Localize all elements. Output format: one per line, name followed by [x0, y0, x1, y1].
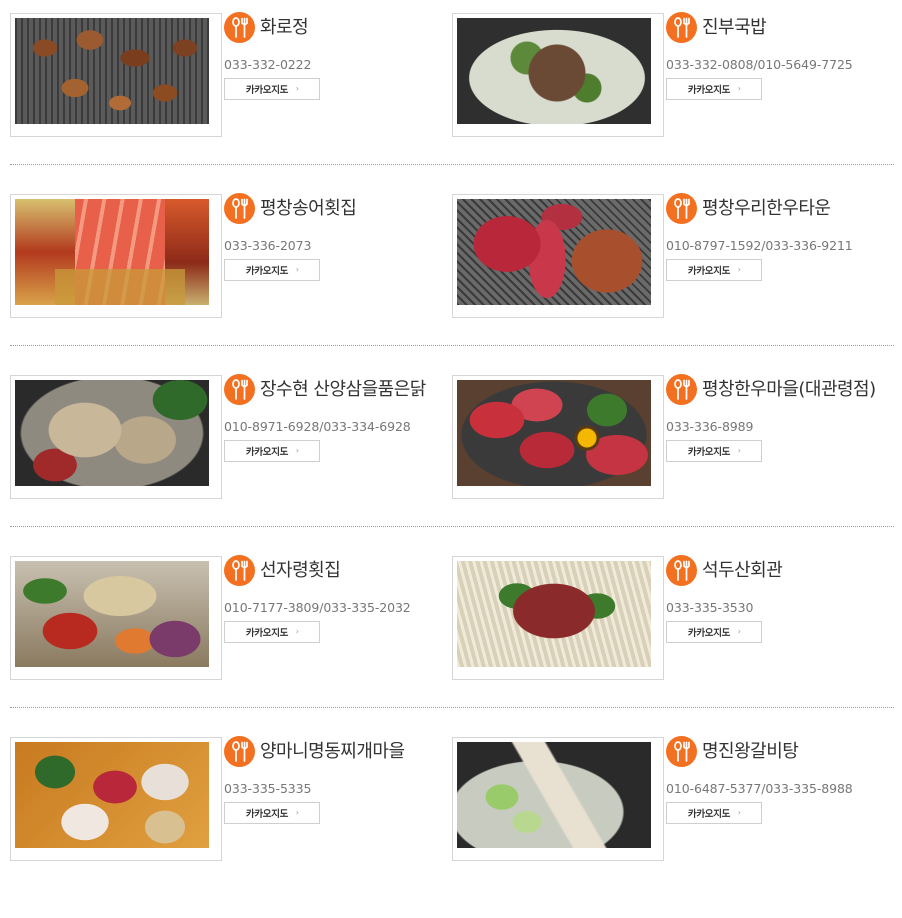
restaurant-name: 평창송어횟집 — [260, 198, 357, 219]
kakao-map-button[interactable]: 카카오지도 › — [224, 802, 320, 824]
fork-spoon-icon — [224, 193, 255, 224]
restaurant-photo[interactable] — [10, 737, 222, 861]
chevron-right-icon: › — [737, 84, 741, 93]
restaurant-name: 명진왕갈비탕 — [702, 741, 799, 762]
fork-spoon-icon — [666, 736, 697, 767]
restaurant-row: 장수현 산양삼을품은닭 010-8971-6928/033-334-6928 카… — [0, 374, 902, 556]
chevron-right-icon: › — [295, 265, 299, 274]
restaurant-name: 평창우리한우타운 — [702, 198, 831, 219]
restaurant-name: 선자령횟집 — [260, 560, 341, 581]
restaurant-phone: 033-335-3530 — [666, 600, 754, 615]
restaurant-card: 평창송어횟집 033-336-2073 카카오지도 › — [10, 193, 450, 318]
restaurant-phone: 010-6487-5377/033-335-8988 — [666, 781, 853, 796]
restaurant-name: 장수현 산양삼을품은닭 — [260, 379, 426, 400]
chevron-right-icon: › — [737, 265, 741, 274]
restaurant-row: 선자령횟집 010-7177-3809/033-335-2032 카카오지도 › … — [0, 555, 902, 737]
restaurant-card: 평창우리한우타운 010-8797-1592/033-336-9211 카카오지… — [452, 193, 892, 318]
restaurant-photo[interactable] — [10, 556, 222, 680]
fork-spoon-icon — [224, 12, 255, 43]
kakao-map-button[interactable]: 카카오지도 › — [224, 440, 320, 462]
row-divider — [10, 526, 894, 527]
restaurant-list: 화로정 033-332-0222 카카오지도 › 진부국밥 033-332-080… — [0, 0, 902, 867]
restaurant-photo[interactable] — [452, 194, 664, 318]
restaurant-phone: 033-332-0808/010-5649-7725 — [666, 57, 853, 72]
chevron-right-icon: › — [295, 446, 299, 455]
restaurant-card: 장수현 산양삼을품은닭 010-8971-6928/033-334-6928 카… — [10, 374, 450, 499]
restaurant-card: 양마니명동찌개마을 033-335-5335 카카오지도 › — [10, 736, 450, 861]
fork-spoon-icon — [224, 555, 255, 586]
kakao-map-button[interactable]: 카카오지도 › — [224, 78, 320, 100]
chevron-right-icon: › — [737, 627, 741, 636]
restaurant-photo[interactable] — [452, 556, 664, 680]
restaurant-row: 화로정 033-332-0222 카카오지도 › 진부국밥 033-332-080… — [0, 12, 902, 194]
restaurant-row: 양마니명동찌개마을 033-335-5335 카카오지도 › 명진왕갈비탕 010… — [0, 736, 902, 918]
restaurant-photo[interactable] — [10, 375, 222, 499]
restaurant-name: 평창한우마을(대관령점) — [702, 379, 876, 400]
row-divider — [10, 345, 894, 346]
row-divider — [10, 164, 894, 165]
restaurant-card: 평창한우마을(대관령점) 033-336-8989 카카오지도 › — [452, 374, 892, 499]
restaurant-card: 화로정 033-332-0222 카카오지도 › — [10, 12, 450, 137]
chevron-right-icon: › — [737, 446, 741, 455]
chevron-right-icon: › — [295, 627, 299, 636]
restaurant-photo[interactable] — [452, 737, 664, 861]
restaurant-row: 평창송어횟집 033-336-2073 카카오지도 › 평창우리한우타운 010-… — [0, 193, 902, 375]
restaurant-phone: 033-336-2073 — [224, 238, 312, 253]
fork-spoon-icon — [666, 193, 697, 224]
kakao-map-button[interactable]: 카카오지도 › — [666, 440, 762, 462]
restaurant-phone: 033-335-5335 — [224, 781, 312, 796]
restaurant-phone: 010-8971-6928/033-334-6928 — [224, 419, 411, 434]
restaurant-name: 진부국밥 — [702, 17, 767, 38]
fork-spoon-icon — [666, 12, 697, 43]
restaurant-card: 선자령횟집 010-7177-3809/033-335-2032 카카오지도 › — [10, 555, 450, 680]
restaurant-photo[interactable] — [10, 13, 222, 137]
restaurant-name: 화로정 — [260, 17, 309, 38]
restaurant-card: 명진왕갈비탕 010-6487-5377/033-335-8988 카카오지도 › — [452, 736, 892, 861]
restaurant-phone: 010-8797-1592/033-336-9211 — [666, 238, 853, 253]
kakao-map-button[interactable]: 카카오지도 › — [666, 78, 762, 100]
kakao-map-button[interactable]: 카카오지도 › — [666, 621, 762, 643]
kakao-map-button[interactable]: 카카오지도 › — [666, 259, 762, 281]
fork-spoon-icon — [666, 374, 697, 405]
kakao-map-button[interactable]: 카카오지도 › — [224, 259, 320, 281]
restaurant-phone: 033-336-8989 — [666, 419, 754, 434]
restaurant-photo[interactable] — [452, 13, 664, 137]
fork-spoon-icon — [666, 555, 697, 586]
chevron-right-icon: › — [295, 84, 299, 93]
restaurant-photo[interactable] — [10, 194, 222, 318]
kakao-map-button[interactable]: 카카오지도 › — [224, 621, 320, 643]
fork-spoon-icon — [224, 736, 255, 767]
chevron-right-icon: › — [737, 808, 741, 817]
restaurant-name: 양마니명동찌개마을 — [260, 741, 405, 762]
restaurant-card: 진부국밥 033-332-0808/010-5649-7725 카카오지도 › — [452, 12, 892, 137]
chevron-right-icon: › — [295, 808, 299, 817]
restaurant-phone: 033-332-0222 — [224, 57, 312, 72]
restaurant-name: 석두산회관 — [702, 560, 783, 581]
restaurant-photo[interactable] — [452, 375, 664, 499]
restaurant-phone: 010-7177-3809/033-335-2032 — [224, 600, 411, 615]
fork-spoon-icon — [224, 374, 255, 405]
row-divider — [10, 707, 894, 708]
restaurant-card: 석두산회관 033-335-3530 카카오지도 › — [452, 555, 892, 680]
kakao-map-button[interactable]: 카카오지도 › — [666, 802, 762, 824]
